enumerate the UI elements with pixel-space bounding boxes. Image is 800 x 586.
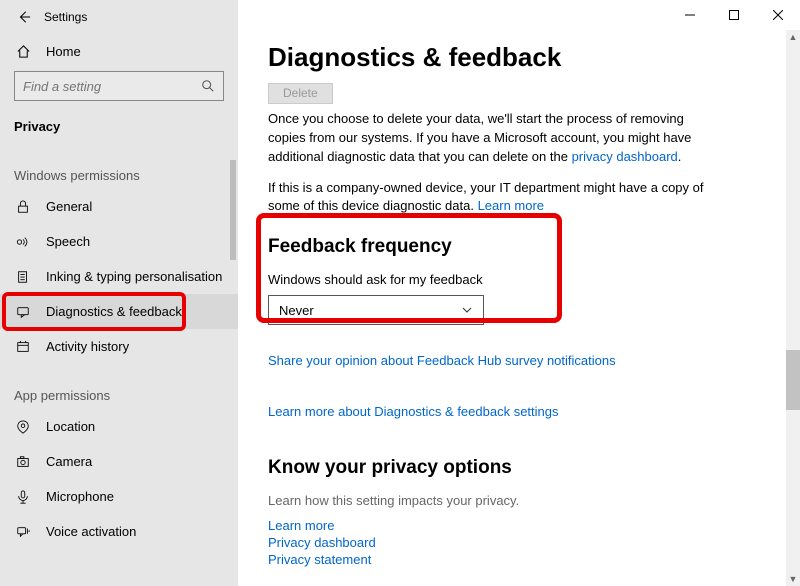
speech-icon xyxy=(14,235,32,249)
privacy-learn-more-link[interactable]: Learn more xyxy=(268,518,770,533)
voice-icon xyxy=(14,525,32,539)
chevron-down-icon xyxy=(461,304,473,316)
search-input[interactable] xyxy=(23,79,183,94)
sidebar-item-label: Microphone xyxy=(46,489,114,504)
content-area: Diagnostics & feedback Delete Once you c… xyxy=(238,0,800,586)
settings-window: Settings Home Privacy Windows permission… xyxy=(0,0,800,586)
sidebar-item-label: Inking & typing personalisation xyxy=(46,269,222,284)
content-scroll-thumb[interactable] xyxy=(786,350,800,410)
learn-diagnostics-link[interactable]: Learn more about Diagnostics & feedback … xyxy=(268,404,770,419)
privacy-options-heading: Know your privacy options xyxy=(268,457,770,479)
scroll-up-button[interactable]: ▲ xyxy=(786,30,800,44)
titlebar-left: Settings xyxy=(0,0,238,34)
home-button[interactable]: Home xyxy=(0,34,238,69)
sidebar-item-label: General xyxy=(46,199,92,214)
delete-button[interactable]: Delete xyxy=(268,83,333,104)
sidebar-item-diagnostics[interactable]: Diagnostics & feedback xyxy=(0,294,238,329)
sidebar-item-camera[interactable]: Camera xyxy=(0,444,238,479)
scroll-down-button[interactable]: ▼ xyxy=(786,572,800,586)
lock-icon xyxy=(14,200,32,214)
maximize-icon xyxy=(729,10,739,20)
sidebar-scrollbar[interactable] xyxy=(228,160,238,586)
sidebar-item-general[interactable]: General xyxy=(0,189,238,224)
close-button[interactable] xyxy=(756,0,800,30)
sidebar-item-location[interactable]: Location xyxy=(0,409,238,444)
microphone-icon xyxy=(14,490,32,504)
sidebar-item-label: Location xyxy=(46,419,95,434)
home-label: Home xyxy=(46,44,81,59)
app-permissions-label: App permissions xyxy=(0,378,238,409)
arrow-left-icon xyxy=(17,10,31,24)
maximize-button[interactable] xyxy=(712,0,756,30)
window-controls xyxy=(668,0,800,30)
inking-icon xyxy=(14,270,32,284)
activity-icon xyxy=(14,340,32,354)
sidebar-item-microphone[interactable]: Microphone xyxy=(0,479,238,514)
minimize-icon xyxy=(685,10,695,20)
sidebar-item-inking[interactable]: Inking & typing personalisation xyxy=(0,259,238,294)
company-description: If this is a company-owned device, your … xyxy=(268,179,708,217)
search-box[interactable] xyxy=(14,71,224,101)
sidebar-item-label: Diagnostics & feedback xyxy=(46,304,182,319)
privacy-statement-link[interactable]: Privacy statement xyxy=(268,552,770,567)
close-icon xyxy=(773,10,783,20)
windows-permissions-label: Windows permissions xyxy=(0,158,238,189)
sidebar-item-label: Activity history xyxy=(46,339,129,354)
camera-icon xyxy=(14,455,32,469)
dropdown-value: Never xyxy=(279,303,314,318)
learn-more-link[interactable]: Learn more xyxy=(478,198,544,213)
sidebar-item-voice-activation[interactable]: Voice activation xyxy=(0,514,238,549)
sidebar-item-speech[interactable]: Speech xyxy=(0,224,238,259)
privacy-options-sub: Learn how this setting impacts your priv… xyxy=(268,493,770,508)
sidebar: Settings Home Privacy Windows permission… xyxy=(0,0,238,586)
content-scrollbar[interactable]: ▲ ▼ xyxy=(786,30,800,586)
delete-description: Once you choose to delete your data, we'… xyxy=(268,110,708,167)
location-icon xyxy=(14,420,32,434)
minimize-button[interactable] xyxy=(668,0,712,30)
privacy-section-label: Privacy xyxy=(0,109,238,140)
feedback-frequency-heading: Feedback frequency xyxy=(268,236,770,258)
sidebar-item-label: Voice activation xyxy=(46,524,136,539)
feedback-icon xyxy=(14,305,32,319)
privacy-dashboard-link[interactable]: privacy dashboard xyxy=(572,149,678,164)
app-title: Settings xyxy=(44,10,87,24)
sidebar-item-label: Speech xyxy=(46,234,90,249)
home-icon xyxy=(14,44,32,59)
share-opinion-link[interactable]: Share your opinion about Feedback Hub su… xyxy=(268,353,770,368)
sidebar-item-label: Camera xyxy=(46,454,92,469)
feedback-label: Windows should ask for my feedback xyxy=(268,272,770,287)
search-icon xyxy=(201,79,215,93)
privacy-dashboard-link2[interactable]: Privacy dashboard xyxy=(268,535,770,550)
back-button[interactable] xyxy=(10,3,38,31)
feedback-frequency-dropdown[interactable]: Never xyxy=(268,295,484,325)
sidebar-item-activity-history[interactable]: Activity history xyxy=(0,329,238,364)
sidebar-scroll-thumb[interactable] xyxy=(230,160,236,260)
content-body: Delete Once you choose to delete your da… xyxy=(238,83,800,567)
